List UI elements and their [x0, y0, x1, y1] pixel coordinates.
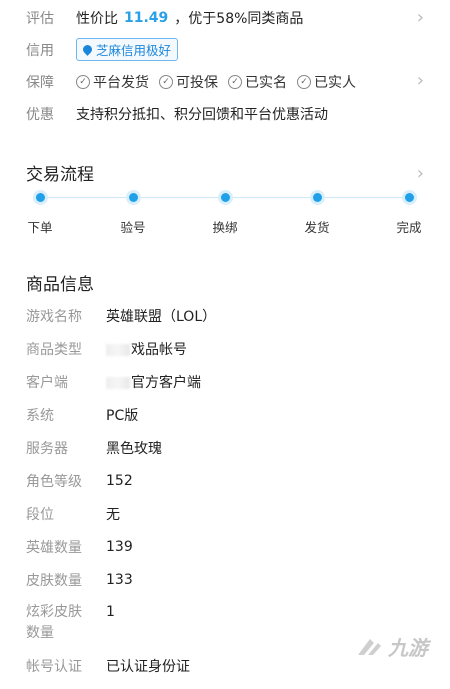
info-label: 皮肤数量 — [26, 573, 82, 589]
info-value-wrap: 戏品帐号 — [106, 339, 187, 359]
info-value: 152 — [106, 473, 133, 489]
guarantee-item-label: 已实人 — [314, 75, 356, 91]
check-circle-icon: ✓ — [76, 75, 90, 89]
eval-label: 评估 — [26, 11, 54, 27]
promo-row: 优惠 支持积分抵扣、积分回馈和平台优惠活动 — [26, 104, 424, 124]
guarantee-item-label: 平台发货 — [93, 75, 149, 91]
info-row: 英雄数量 139 — [26, 537, 424, 557]
chevron-right-icon[interactable]: › — [417, 165, 424, 183]
info-value: 139 — [106, 539, 133, 555]
promo-text: 支持积分抵扣、积分回馈和平台优惠活动 — [76, 107, 328, 123]
info-value: 133 — [106, 572, 133, 588]
info-label-line2: 数量 — [26, 625, 54, 641]
guarantee-row[interactable]: 保障 ✓ 平台发货 ✓ 可投保 ✓ 已实名 ✓ 已实人 — [26, 72, 424, 92]
flow-step: 验号 — [109, 190, 157, 236]
info-value: PC版 — [106, 408, 139, 424]
info-label: 系统 — [26, 408, 54, 424]
info-row: 皮肤数量 133 — [26, 570, 424, 590]
credit-badge-text: 芝麻信用极好 — [96, 43, 172, 58]
redacted-blur — [106, 377, 130, 389]
info-row: 服务器 黑色玫瑰 — [26, 438, 424, 458]
info-row: 游戏名称 英雄联盟（LOL） — [26, 306, 424, 326]
step-dot — [128, 193, 138, 202]
flow-step: 发货 — [293, 190, 341, 236]
info-row: 角色等级 152 — [26, 471, 424, 491]
watermark-text: 九游 — [388, 636, 428, 660]
guarantee-item-label: 已实名 — [245, 75, 287, 91]
step-label: 换绑 — [212, 220, 238, 235]
chevron-right-icon[interactable]: › — [417, 9, 424, 27]
promo-label: 优惠 — [26, 107, 54, 123]
info-label-line1: 炫彩皮肤 — [26, 604, 82, 620]
eval-row[interactable]: 评估 性价比 11.49 ，优于58%同类商品 — [26, 8, 424, 28]
credit-row: 信用 芝麻信用极好 — [26, 38, 424, 61]
eval-score: 11.49 — [124, 10, 169, 26]
eval-prefix: 性价比 — [76, 11, 118, 27]
jiuyou-logo-icon — [358, 638, 381, 655]
flow-title: 交易流程 — [26, 165, 94, 185]
eval-value: 性价比 11.49 ，优于58%同类商品 — [76, 8, 303, 28]
info-value-wrap: 官方客户端 — [106, 372, 201, 392]
info-row: 商品类型 戏品帐号 — [26, 339, 424, 359]
guarantee-item-label: 可投保 — [176, 75, 218, 91]
eval-suffix: ，优于58%同类商品 — [174, 11, 304, 27]
check-circle-icon: ✓ — [297, 75, 311, 89]
info-label: 客户端 — [26, 375, 68, 391]
info-label: 商品类型 — [26, 342, 82, 358]
step-dot — [35, 193, 45, 202]
step-label: 下单 — [27, 220, 53, 235]
info-label: 帐号认证 — [26, 659, 82, 675]
chevron-right-icon[interactable]: › — [417, 72, 424, 90]
info-label: 服务器 — [26, 441, 68, 457]
info-label: 角色等级 — [26, 474, 82, 490]
info-label: 英雄数量 — [26, 540, 82, 556]
info-row: 客户端 官方客户端 — [26, 372, 424, 392]
guarantee-item: ✓ 已实人 — [297, 72, 356, 92]
check-circle-icon: ✓ — [228, 75, 242, 89]
info-value: 戏品帐号 — [131, 342, 187, 358]
info-value: 英雄联盟（LOL） — [106, 309, 217, 325]
info-value: 官方客户端 — [131, 375, 201, 391]
step-dot — [404, 193, 414, 202]
info-title: 商品信息 — [26, 275, 94, 295]
info-value: 无 — [106, 507, 120, 523]
info-row: 段位 无 — [26, 504, 424, 524]
info-label: 游戏名称 — [26, 309, 82, 325]
redacted-blur — [106, 344, 130, 356]
credit-label: 信用 — [26, 42, 54, 59]
check-circle-icon: ✓ — [159, 75, 173, 89]
info-row: 系统 PC版 — [26, 405, 424, 425]
guarantee-item: ✓ 平台发货 — [76, 72, 149, 92]
step-label: 验号 — [120, 220, 146, 235]
flow-steps: 下单 验号 换绑 发货 完成 — [26, 190, 424, 236]
info-value: 1 — [106, 604, 115, 620]
flow-step: 下单 — [16, 190, 64, 236]
sesame-icon — [81, 43, 94, 56]
step-dot — [312, 193, 322, 202]
guarantee-item: ✓ 可投保 — [159, 72, 218, 92]
guarantee-item: ✓ 已实名 — [228, 72, 287, 92]
guarantee-list: ✓ 平台发货 ✓ 可投保 ✓ 已实名 ✓ 已实人 — [76, 72, 366, 92]
guarantee-label: 保障 — [26, 75, 54, 91]
step-dot — [220, 193, 230, 202]
step-label: 完成 — [396, 220, 422, 235]
info-value: 已认证身份证 — [106, 659, 190, 675]
info-value: 黑色玫瑰 — [106, 441, 162, 457]
watermark-logo: 九游 — [354, 632, 428, 661]
info-label: 段位 — [26, 507, 54, 523]
step-label: 发货 — [304, 220, 330, 235]
flow-step: 换绑 — [201, 190, 249, 236]
credit-badge: 芝麻信用极好 — [76, 38, 179, 61]
info-label: 炫彩皮肤 数量 — [26, 602, 106, 644]
flow-step: 完成 — [385, 190, 433, 236]
